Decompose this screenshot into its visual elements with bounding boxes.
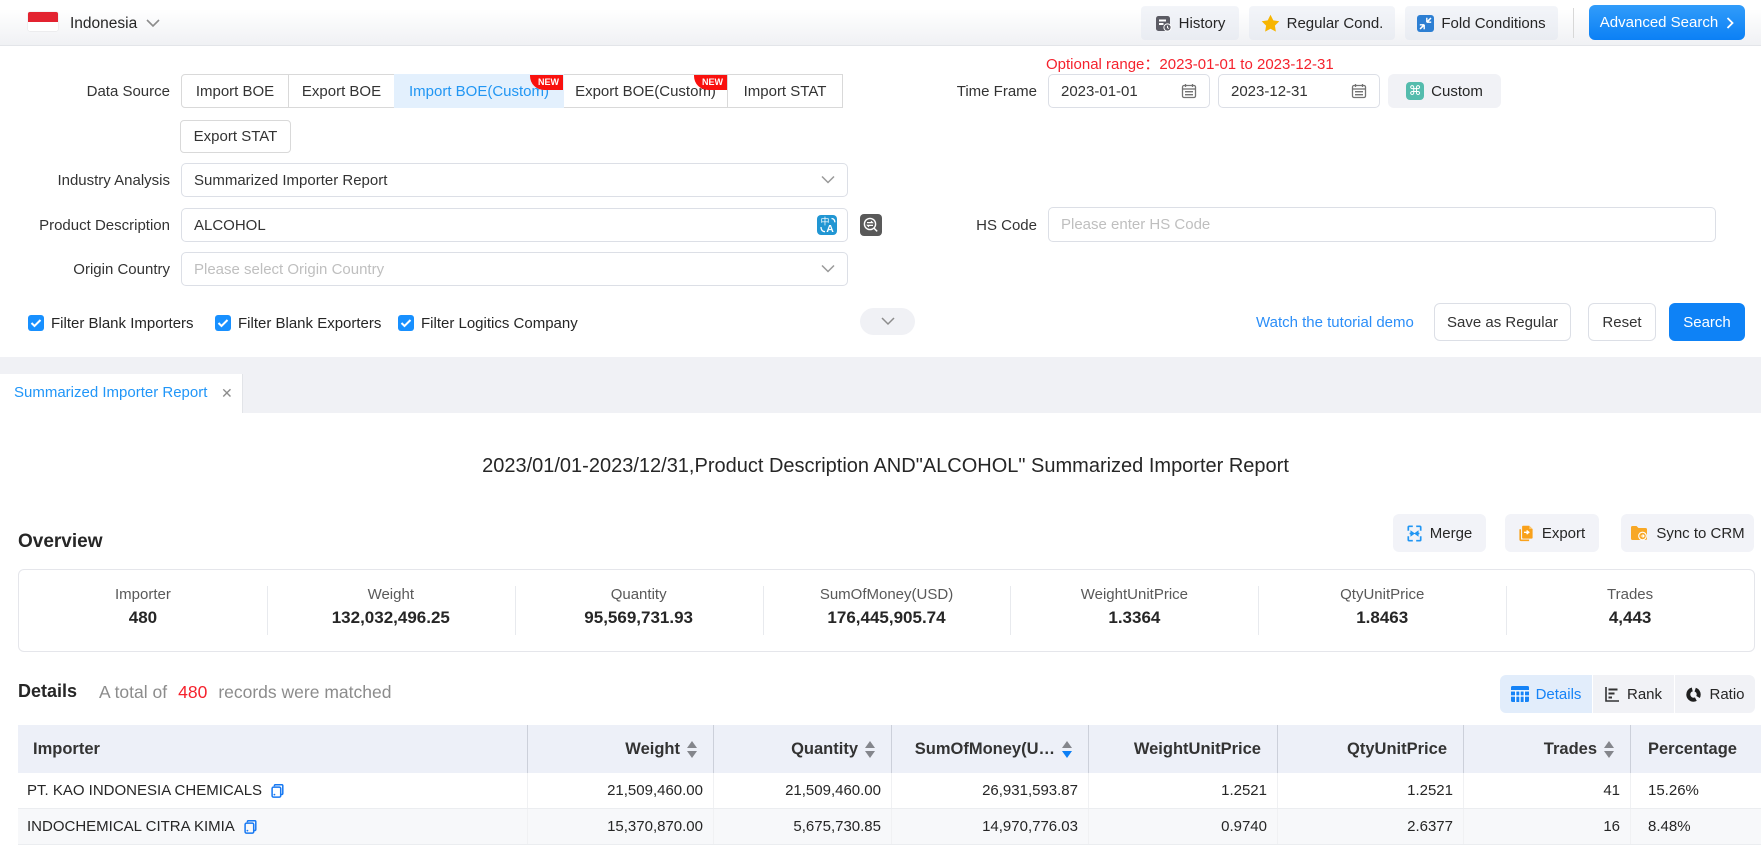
svg-text:A: A bbox=[826, 223, 834, 235]
